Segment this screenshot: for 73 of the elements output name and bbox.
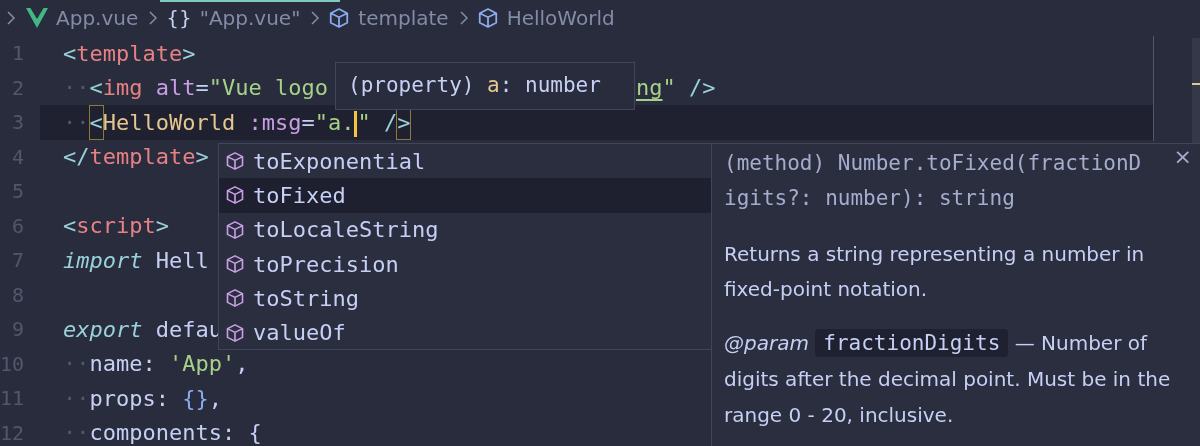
code-token: Hell	[154, 246, 209, 275]
suggestion-item[interactable]: toFixed	[219, 178, 711, 213]
code-token: <	[63, 212, 77, 241]
code-token: ng	[636, 74, 663, 103]
code-token: </	[63, 143, 90, 172]
code-token: =	[301, 108, 315, 137]
suggestion-item[interactable]: valueOf	[219, 315, 711, 350]
code-token: ,	[208, 384, 222, 413]
braces-icon: {}	[166, 3, 192, 33]
chevron-right-icon	[310, 10, 321, 26]
type-token: a	[487, 72, 500, 100]
code-token: <	[89, 105, 103, 139]
code-token: ··	[63, 108, 90, 137]
close-button[interactable]: ×	[1173, 146, 1192, 168]
cube-icon	[225, 151, 245, 172]
code-token: "a.	[314, 105, 358, 139]
code-token: props:	[89, 384, 170, 413]
chevron-right-icon	[458, 10, 469, 26]
code-token: script	[76, 212, 156, 241]
code-token: ,	[235, 350, 249, 379]
code-token: ··	[63, 419, 90, 446]
suggestion-item[interactable]: toExponential	[219, 144, 711, 179]
code-token: ··	[63, 384, 90, 413]
code-token: HelloWorld	[102, 108, 236, 137]
cube-icon	[225, 219, 245, 240]
code-token: >	[397, 105, 411, 139]
code-token: {}	[182, 384, 209, 413]
code-token: "	[357, 108, 371, 137]
param-description: @param fractionDigits — Number of digits after the decimal point. Must be in the range 0 - 20, inclusive.	[724, 328, 1172, 429]
code-token: >	[195, 143, 209, 172]
code-token: ··	[63, 74, 90, 103]
breadcrumb-item[interactable]: template	[358, 3, 449, 33]
text-cursor	[354, 110, 358, 137]
cube-icon	[225, 254, 245, 275]
method-signature: (method) Number.toFixed(fractionDigits?: number): string	[724, 150, 1142, 212]
type-token: : number	[499, 72, 601, 100]
chevron-right-icon	[6, 10, 16, 26]
cube-icon	[225, 322, 245, 343]
vue-logo-icon	[26, 8, 48, 28]
code-token: =	[195, 74, 209, 103]
code-token: ··	[63, 350, 90, 379]
code-token: />	[689, 74, 716, 103]
suggestion-item[interactable]: toString	[219, 281, 711, 316]
chevron-right-icon	[148, 10, 159, 26]
code-token: "	[662, 74, 677, 103]
cube-icon	[328, 7, 351, 29]
breadcrumb-item[interactable]: HelloWorld	[506, 3, 615, 33]
code-token: :msg	[247, 108, 302, 137]
code-token: 'App'	[169, 350, 236, 379]
code-token: <	[63, 39, 77, 68]
scroll-marker	[1192, 83, 1200, 85]
code-token: components: {	[89, 419, 262, 446]
cube-icon	[225, 288, 245, 309]
code-token: name:	[89, 350, 157, 379]
code-token: img	[102, 74, 143, 103]
code-token: >	[182, 39, 196, 68]
code-token: export	[63, 315, 143, 344]
code-token: template	[89, 143, 196, 172]
code-token: /	[382, 108, 398, 137]
code-token: "Vue logo	[208, 74, 328, 103]
suggestion-item[interactable]: toLocaleString	[219, 212, 711, 247]
code-token: alt	[154, 74, 196, 103]
breadcrumb-item[interactable]: App.vue	[56, 3, 139, 33]
type-token: (property)	[348, 72, 476, 100]
code-token: >	[155, 212, 169, 241]
cube-icon	[476, 7, 499, 29]
cube-icon	[225, 185, 245, 206]
method-description: Returns a string representing a number in fixed-point notation.	[724, 241, 1146, 303]
breadcrumb-item[interactable]: "App.vue"	[199, 3, 301, 33]
code-token: <	[89, 74, 103, 103]
code-token: template	[76, 39, 183, 68]
code-token: import	[63, 246, 143, 275]
suggestion-item[interactable]: toPrecision	[219, 246, 711, 282]
